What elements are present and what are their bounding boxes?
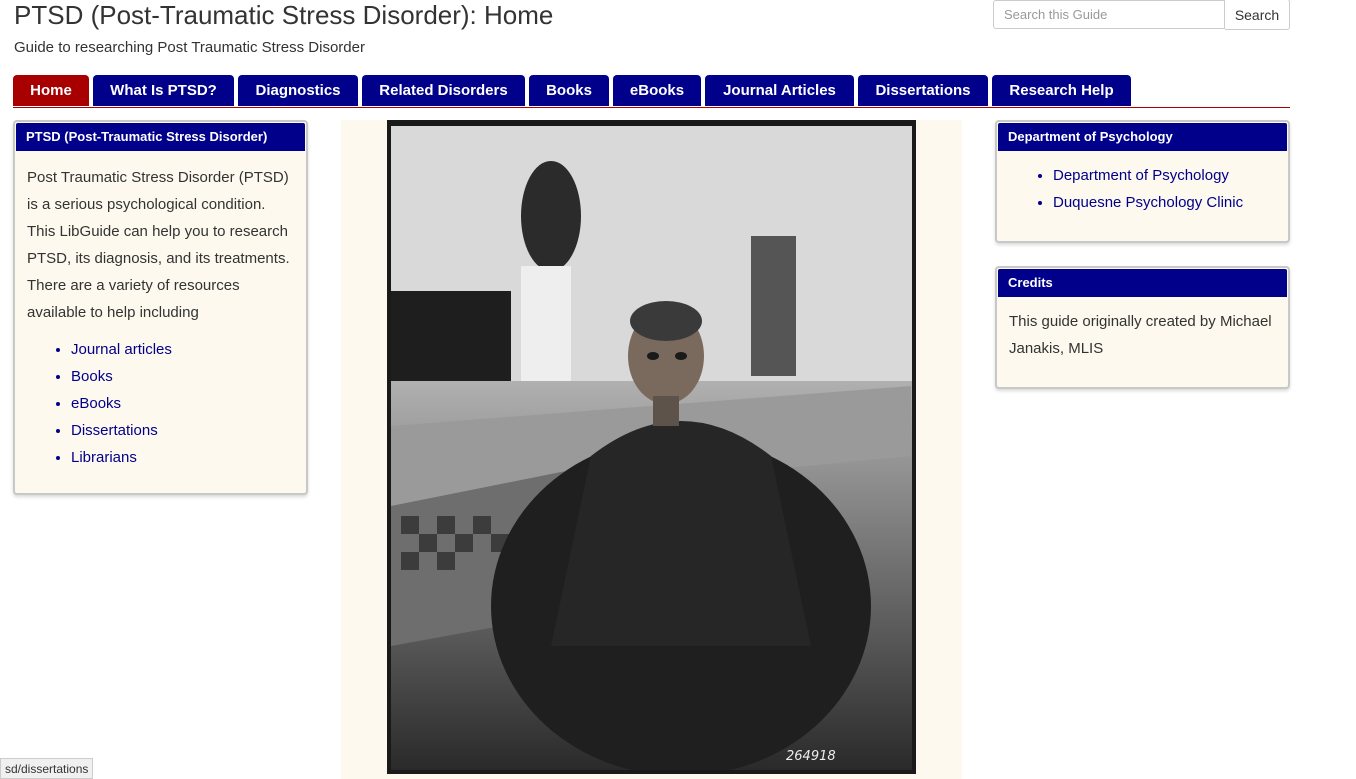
tab-dissertations[interactable]: Dissertations [858,75,988,106]
tab-research-help[interactable]: Research Help [992,75,1131,106]
tab-home[interactable]: Home [13,75,89,106]
resource-links-list: Journal articles Books eBooks Dissertati… [27,336,294,471]
photo-catalog-number: 264918 [786,749,836,764]
list-item: Journal articles [71,336,294,363]
tab-ebooks[interactable]: eBooks [613,75,701,106]
list-item: Duquesne Psychology Clinic [1053,189,1276,216]
link-books[interactable]: Books [71,368,113,385]
ptsd-info-box: PTSD (Post-Traumatic Stress Disorder) Po… [13,120,308,495]
department-links-list: Department of Psychology Duquesne Psycho… [997,162,1276,216]
search-button[interactable]: Search [1225,0,1290,30]
department-box: Department of Psychology Department of P… [995,120,1290,243]
link-department-of-psychology[interactable]: Department of Psychology [1053,167,1229,184]
department-box-title: Department of Psychology [998,123,1287,151]
link-librarians[interactable]: Librarians [71,449,137,466]
list-item: Department of Psychology [1053,162,1276,189]
photo-illustration: 264918 [391,126,912,770]
page-subtitle: Guide to researching Post Traumatic Stre… [14,39,365,56]
link-ebooks[interactable]: eBooks [71,395,121,412]
page-title: PTSD (Post-Traumatic Stress Disorder): H… [14,0,554,30]
tab-diagnostics[interactable]: Diagnostics [238,75,358,106]
credits-box: Credits This guide originally created by… [995,266,1290,389]
ptsd-info-box-title: PTSD (Post-Traumatic Stress Disorder) [16,123,305,151]
tab-journal-articles[interactable]: Journal Articles [705,75,854,106]
browser-status-url: sd/dissertations [0,758,94,779]
list-item: eBooks [71,390,294,417]
guide-nav-tabs: Home What Is PTSD? Diagnostics Related D… [13,75,1290,108]
tab-related-disorders[interactable]: Related Disorders [362,75,525,106]
historical-photo: 264918 [387,120,916,774]
list-item: Books [71,363,294,390]
list-item: Dissertations [71,417,294,444]
link-duquesne-psychology-clinic[interactable]: Duquesne Psychology Clinic [1053,194,1243,211]
link-journal-articles[interactable]: Journal articles [71,341,172,358]
tab-what-is-ptsd[interactable]: What Is PTSD? [93,75,234,106]
credits-text: This guide originally created by Michael… [1009,313,1272,357]
credits-box-title: Credits [998,269,1287,297]
tab-books[interactable]: Books [529,75,609,106]
search-bar: Search [993,0,1290,31]
link-dissertations[interactable]: Dissertations [71,422,158,439]
list-item: Librarians [71,444,294,471]
search-input[interactable] [993,0,1225,29]
ptsd-intro-text: Post Traumatic Stress Disorder (PTSD) is… [27,169,290,321]
